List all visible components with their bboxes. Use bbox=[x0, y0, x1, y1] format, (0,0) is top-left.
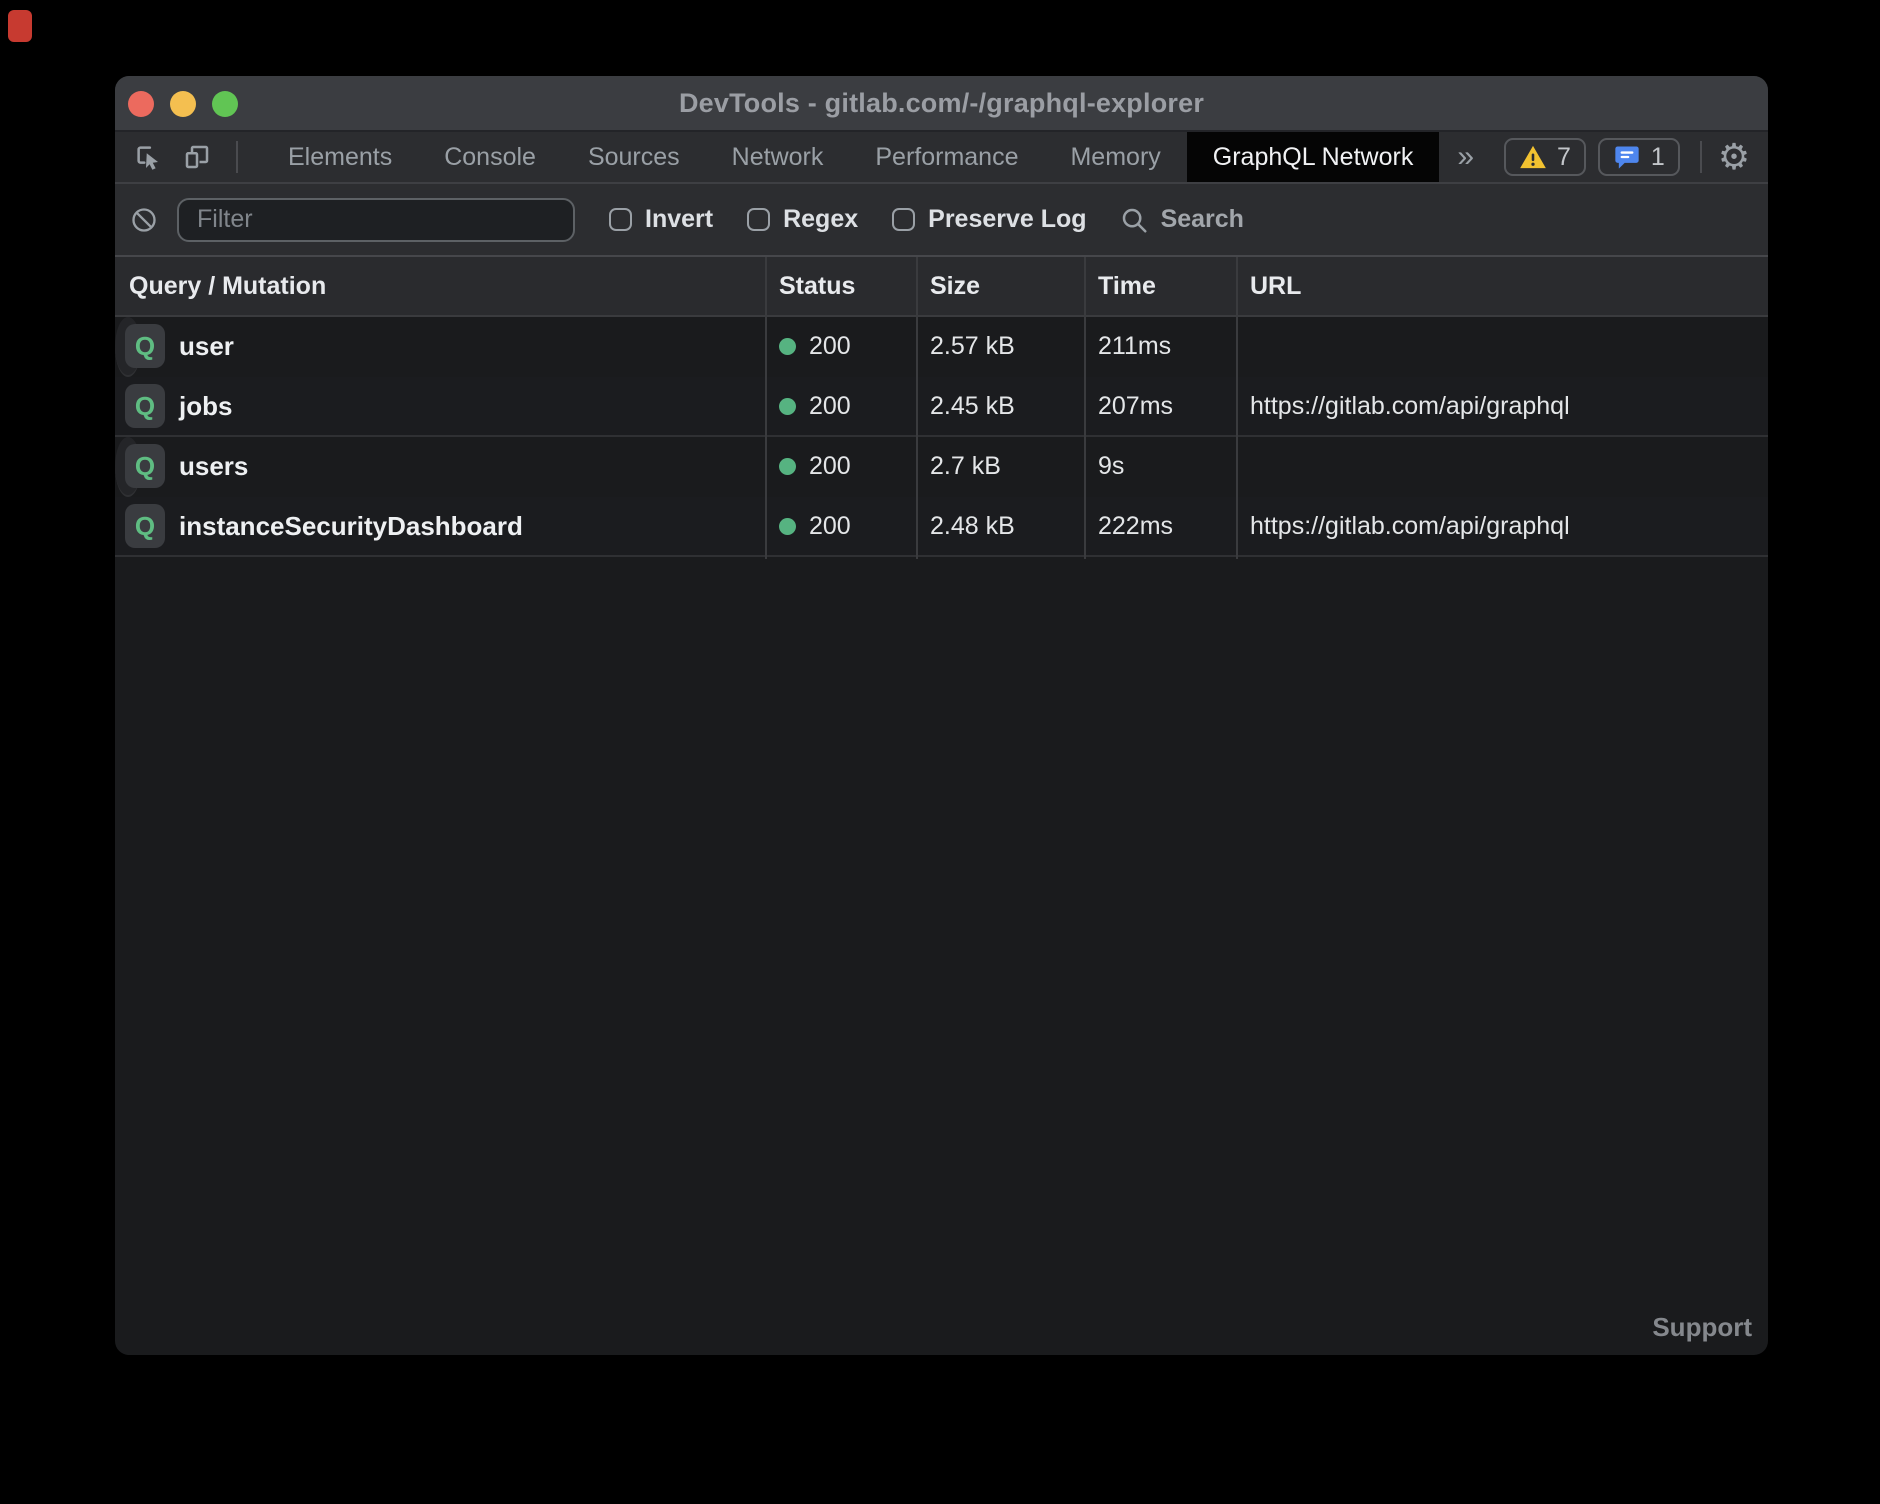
column-header-status[interactable]: Status bbox=[765, 272, 916, 301]
query-type-badge: Q bbox=[125, 444, 165, 488]
column-header-url[interactable]: URL bbox=[1236, 272, 1768, 301]
search-button[interactable]: Search bbox=[1119, 205, 1244, 235]
tab-performance[interactable]: Performance bbox=[849, 132, 1044, 182]
status-ok-dot bbox=[779, 338, 796, 355]
tab-console[interactable]: Console bbox=[418, 132, 562, 182]
query-name: users bbox=[179, 451, 248, 482]
status-code: 200 bbox=[809, 512, 851, 541]
query-name: user bbox=[179, 331, 234, 362]
support-link[interactable]: Support bbox=[1652, 1312, 1752, 1343]
background-window-artifact bbox=[8, 10, 32, 42]
regex-checkbox[interactable]: Regex bbox=[747, 205, 858, 234]
tab-graphql-network[interactable]: GraphQL Network bbox=[1187, 132, 1440, 182]
regex-label: Regex bbox=[783, 205, 858, 234]
filter-input[interactable] bbox=[177, 198, 575, 242]
table-row[interactable]: Q instanceSecurityDashboard 200 2.48 kB … bbox=[115, 497, 1768, 557]
tab-network[interactable]: Network bbox=[706, 132, 850, 182]
graphql-requests-table: Query / Mutation Status Size Time URL Q … bbox=[115, 257, 1768, 557]
invert-label: Invert bbox=[645, 205, 713, 234]
block-filter-icon[interactable] bbox=[129, 205, 159, 235]
response-size: 2.57 kB bbox=[916, 332, 1084, 361]
column-divider[interactable] bbox=[765, 257, 767, 559]
warnings-count: 7 bbox=[1557, 143, 1571, 172]
table-row[interactable]: Q user 200 2.57 kB 211ms https://gitlab.… bbox=[115, 317, 141, 377]
column-divider[interactable] bbox=[1236, 257, 1238, 559]
table-row[interactable]: Q users 200 2.7 kB 9s https://gitlab.com… bbox=[115, 437, 141, 497]
invert-checkbox[interactable]: Invert bbox=[609, 205, 713, 234]
query-type-badge: Q bbox=[125, 384, 165, 428]
checkbox-box[interactable] bbox=[892, 208, 915, 231]
column-header-query[interactable]: Query / Mutation bbox=[115, 272, 765, 301]
status-ok-dot bbox=[779, 398, 796, 415]
status-code: 200 bbox=[809, 392, 851, 421]
filter-bar: Invert Regex Preserve Log Search bbox=[115, 182, 1768, 257]
devtools-tab-bar: Elements Console Sources Network Perform… bbox=[115, 132, 1768, 182]
preserve-log-label: Preserve Log bbox=[928, 205, 1086, 234]
preserve-log-checkbox[interactable]: Preserve Log bbox=[892, 205, 1086, 234]
warning-triangle-icon bbox=[1519, 144, 1547, 170]
toolbar-divider bbox=[1700, 141, 1702, 173]
messages-count: 1 bbox=[1651, 143, 1665, 172]
minimize-window-button[interactable] bbox=[170, 91, 196, 117]
toolbar-divider bbox=[236, 141, 238, 173]
column-header-time[interactable]: Time bbox=[1084, 272, 1236, 301]
query-name: instanceSecurityDashboard bbox=[179, 511, 523, 542]
request-url: https://gitlab.com/api/graphql bbox=[1236, 512, 1768, 541]
settings-gear-icon[interactable]: ⚙ bbox=[1718, 139, 1750, 175]
response-time: 211ms bbox=[1084, 332, 1236, 361]
status-code: 200 bbox=[809, 452, 851, 481]
response-size: 2.48 kB bbox=[916, 512, 1084, 541]
column-divider[interactable] bbox=[1084, 257, 1086, 559]
checkbox-box[interactable] bbox=[609, 208, 632, 231]
query-type-badge: Q bbox=[125, 504, 165, 548]
query-type-badge: Q bbox=[125, 324, 165, 368]
response-time: 207ms bbox=[1084, 392, 1236, 421]
status-ok-dot bbox=[779, 518, 796, 535]
table-row[interactable]: Q jobs 200 2.45 kB 207ms https://gitlab.… bbox=[115, 377, 1768, 437]
column-header-size[interactable]: Size bbox=[916, 272, 1084, 301]
zoom-window-button[interactable] bbox=[212, 91, 238, 117]
close-window-button[interactable] bbox=[128, 91, 154, 117]
traffic-lights bbox=[128, 76, 238, 132]
request-url: https://gitlab.com/api/graphql bbox=[1236, 332, 1250, 361]
checkbox-box[interactable] bbox=[747, 208, 770, 231]
search-icon bbox=[1119, 205, 1149, 235]
message-bubble-icon bbox=[1613, 143, 1641, 171]
tab-elements[interactable]: Elements bbox=[262, 132, 418, 182]
response-time: 222ms bbox=[1084, 512, 1236, 541]
response-size: 2.45 kB bbox=[916, 392, 1084, 421]
inspect-element-icon[interactable] bbox=[133, 142, 163, 172]
device-toolbar-icon[interactable] bbox=[182, 142, 212, 172]
response-time: 9s bbox=[1084, 452, 1236, 481]
window-title: DevTools - gitlab.com/-/graphql-explorer bbox=[679, 88, 1204, 119]
toolbar-right-group: 7 1 ⚙ bbox=[1492, 138, 1768, 176]
tab-memory[interactable]: Memory bbox=[1044, 132, 1186, 182]
query-name: jobs bbox=[179, 391, 232, 422]
status-ok-dot bbox=[779, 458, 796, 475]
status-code: 200 bbox=[809, 332, 851, 361]
warnings-badge-button[interactable]: 7 bbox=[1504, 138, 1586, 176]
request-url: https://gitlab.com/api/graphql bbox=[1236, 392, 1768, 421]
more-tabs-chevron-icon[interactable]: » bbox=[1439, 140, 1492, 174]
column-divider[interactable] bbox=[916, 257, 918, 559]
title-bar: DevTools - gitlab.com/-/graphql-explorer bbox=[115, 76, 1768, 132]
table-header-row: Query / Mutation Status Size Time URL bbox=[115, 257, 1768, 317]
messages-badge-button[interactable]: 1 bbox=[1598, 138, 1680, 176]
response-size: 2.7 kB bbox=[916, 452, 1084, 481]
request-url: https://gitlab.com/api/graphql bbox=[1236, 452, 1250, 481]
devtools-window: DevTools - gitlab.com/-/graphql-explorer… bbox=[115, 76, 1768, 1355]
tab-sources[interactable]: Sources bbox=[562, 132, 706, 182]
search-label: Search bbox=[1161, 205, 1244, 234]
